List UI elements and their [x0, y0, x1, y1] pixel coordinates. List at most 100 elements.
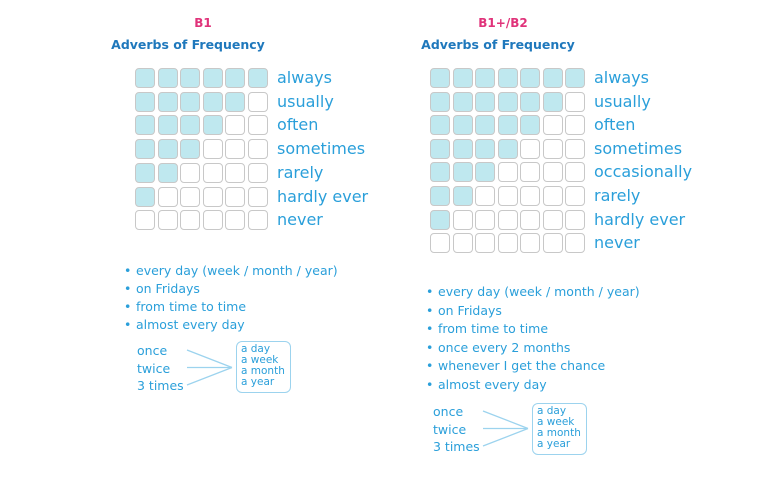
frequency-cell-empty	[247, 162, 268, 183]
count-word: twice	[137, 360, 171, 376]
frequency-cell-filled	[225, 68, 245, 88]
expression-item: every day (week / month / year)	[124, 263, 338, 279]
period-item: a year	[537, 438, 571, 450]
panel-title: Adverbs of Frequency	[111, 37, 265, 52]
connector-lines	[186, 349, 233, 386]
frequency-cell-empty	[542, 115, 563, 136]
adverb-label: rarely	[594, 186, 641, 205]
frequency-cell-empty	[225, 115, 245, 136]
frequency-cell-empty	[202, 210, 223, 231]
frequency-cell-empty	[202, 186, 223, 207]
frequency-cell-empty	[565, 186, 585, 206]
frequency-cell-filled	[520, 91, 540, 112]
adverb-label: always	[594, 68, 649, 87]
frequency-cell-empty	[452, 233, 473, 254]
frequency-cell-filled	[497, 138, 518, 159]
frequency-cell-empty	[180, 162, 200, 183]
frequency-cell-empty	[452, 209, 473, 230]
frequency-cell-empty	[247, 186, 268, 207]
count-word: 3 times	[137, 378, 184, 393]
frequency-cell-filled	[430, 138, 450, 159]
frequency-cell-empty	[225, 186, 245, 207]
frequency-cell-filled	[430, 68, 450, 88]
frequency-cell-empty	[202, 139, 223, 160]
frequency-cell-empty	[565, 138, 585, 159]
frequency-cell-empty	[247, 139, 268, 160]
panel-title: Adverbs of Frequency	[421, 37, 575, 52]
expression-item: whenever I get the chance	[426, 358, 605, 374]
adverb-label: never	[594, 233, 640, 253]
level-heading: B1+/B2	[478, 16, 528, 30]
frequency-cell-filled	[135, 115, 155, 136]
frequency-cell-empty	[497, 186, 518, 206]
frequency-cell-filled	[157, 91, 178, 112]
period-item: a year	[241, 376, 275, 388]
frequency-cell-empty	[475, 186, 495, 206]
frequency-cell-empty	[542, 209, 563, 230]
frequency-cell-filled	[247, 68, 268, 88]
frequency-cell-filled	[135, 186, 155, 207]
frequency-cell-filled	[475, 91, 495, 112]
frequency-cell-empty	[565, 91, 585, 112]
adverb-label: hardly ever	[277, 186, 369, 206]
adverb-label: often	[277, 115, 319, 135]
frequency-cell-filled	[135, 91, 155, 112]
frequency-cell-filled	[430, 162, 450, 183]
frequency-cell-filled	[135, 139, 155, 160]
expression-item: almost every day	[426, 377, 547, 393]
frequency-cell-filled	[475, 138, 495, 159]
count-word: twice	[433, 421, 467, 437]
level-heading: B1	[194, 16, 212, 30]
frequency-cell-empty	[565, 115, 585, 136]
adverb-label: hardly ever	[594, 209, 686, 229]
frequency-cell-empty	[475, 233, 495, 254]
frequency-cell-filled	[565, 68, 585, 88]
frequency-cell-empty	[475, 209, 495, 230]
frequency-cell-filled	[180, 68, 200, 88]
count-word: once	[433, 404, 464, 419]
frequency-cell-filled	[180, 91, 200, 112]
frequency-cell-filled	[430, 186, 450, 206]
adverb-label: usually	[277, 91, 334, 111]
frequency-cell-filled	[475, 68, 495, 88]
frequency-cell-empty	[225, 210, 245, 231]
frequency-cell-filled	[452, 138, 473, 159]
adverb-label: sometimes	[594, 138, 683, 158]
frequency-cell-filled	[452, 91, 473, 112]
frequency-cell-empty	[225, 139, 245, 160]
frequency-cell-filled	[157, 162, 178, 183]
adverb-label: never	[277, 210, 323, 230]
expression-item: from time to time	[426, 321, 548, 337]
frequency-cell-filled	[430, 209, 450, 230]
expression-item: every day (week / month / year)	[426, 284, 640, 300]
connector-lines	[482, 410, 529, 447]
frequency-cell-filled	[497, 91, 518, 112]
count-word: 3 times	[433, 439, 480, 454]
frequency-cell-filled	[135, 68, 155, 88]
frequency-cell-filled	[542, 68, 563, 88]
expression-item: once every 2 months	[426, 340, 570, 356]
expression-item: almost every day	[124, 317, 245, 333]
frequency-cell-filled	[497, 68, 518, 88]
frequency-cell-filled	[157, 68, 178, 88]
frequency-cell-filled	[520, 68, 540, 88]
frequency-cell-filled	[202, 91, 223, 112]
frequency-cell-empty	[497, 162, 518, 183]
period-box: a day a week a month a year	[532, 403, 587, 455]
frequency-cell-filled	[225, 91, 245, 112]
frequency-cell-empty	[247, 210, 268, 231]
expression-item: on Fridays	[426, 303, 502, 319]
frequency-cell-empty	[180, 186, 200, 207]
frequency-cell-empty	[565, 233, 585, 254]
frequency-cell-empty	[497, 209, 518, 230]
adverb-label: sometimes	[277, 139, 366, 159]
frequency-cell-empty	[542, 186, 563, 206]
frequency-cell-filled	[452, 186, 473, 206]
count-word: once	[137, 343, 168, 358]
frequency-cell-empty	[157, 210, 178, 231]
frequency-cell-empty	[520, 233, 540, 254]
frequency-cell-empty	[542, 233, 563, 254]
frequency-cell-filled	[430, 91, 450, 112]
frequency-cell-empty	[520, 209, 540, 230]
frequency-cell-filled	[475, 115, 495, 136]
